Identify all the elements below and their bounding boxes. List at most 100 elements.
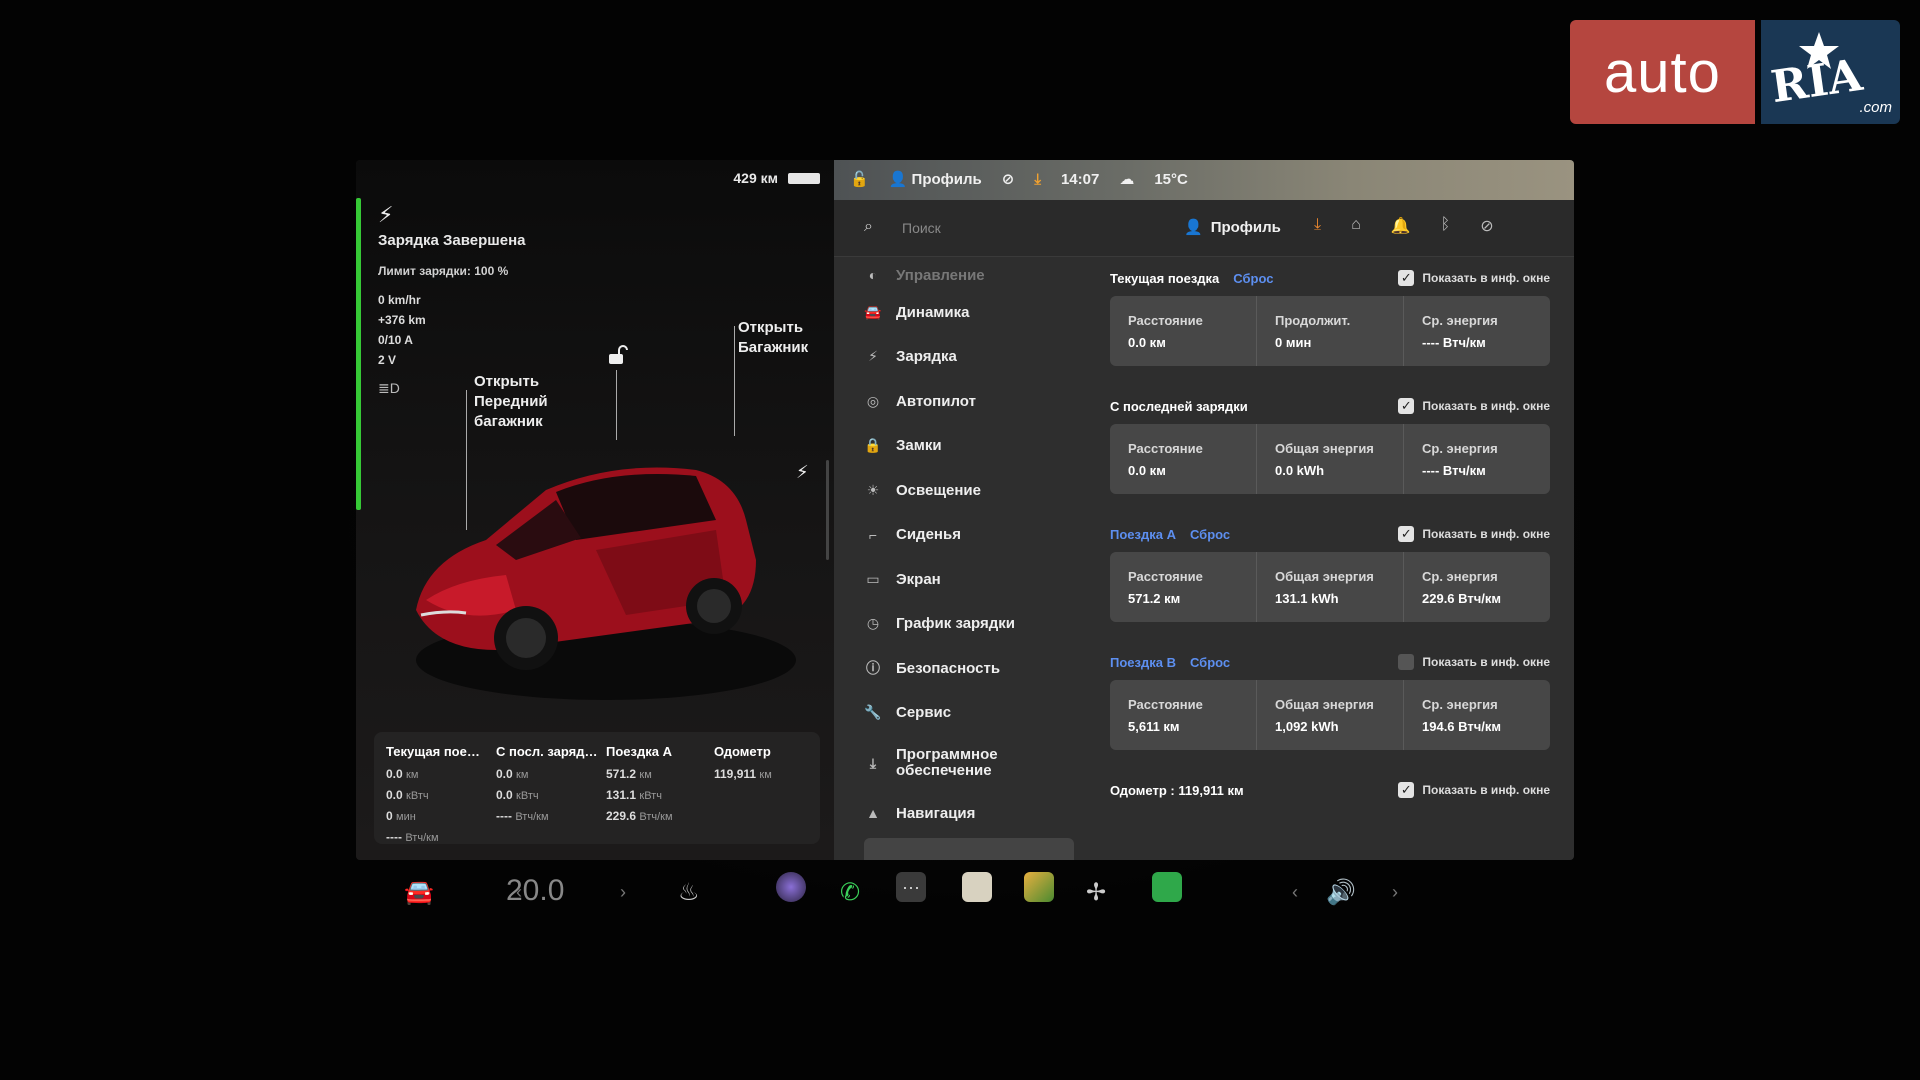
menu-item-software[interactable]: ⤓ Программное обеспечение: [864, 735, 1064, 791]
menu-item-label: График зарядки: [896, 615, 1016, 633]
menu-item-label: Программное обеспечение: [896, 746, 998, 779]
garage-icon[interactable]: ⌂: [1351, 216, 1361, 236]
screen-icon: ▭: [866, 570, 880, 587]
stat-card: Расстояние 5,611 км Общая энергия 1,092 kW…: [1110, 680, 1550, 750]
charge-port-icon[interactable]: ⚡: [796, 462, 809, 483]
phone-icon[interactable]: ✆: [840, 878, 860, 907]
stat-avg-energy: Ср. энергия 194.6 Втч/км: [1404, 680, 1550, 750]
more-apps-icon[interactable]: ···: [896, 872, 926, 902]
menu-item-lighting[interactable]: ☀ Освещение: [864, 468, 1064, 513]
headlight-icon[interactable]: ≣D: [378, 380, 400, 397]
show-in-card-toggle[interactable]: ✓ Показать в инф. окне: [1398, 526, 1550, 542]
checkbox-label: Показать в инф. окне: [1422, 271, 1550, 285]
menu-item-locks[interactable]: 🔒 Замки: [864, 424, 1064, 469]
show-in-card-toggle[interactable]: ✓ Показать в инф. окне: [1398, 270, 1550, 286]
stat-value: 0.0 kWh: [1275, 463, 1325, 478]
steering-wheel-icon: ◎: [866, 392, 880, 409]
no-signal-icon[interactable]: ⊘: [1480, 216, 1493, 236]
stat-label: Общая энергия: [1275, 569, 1374, 584]
stat-label: Расстояние: [1128, 313, 1203, 328]
menu-item-display[interactable]: ▭ Экран: [864, 557, 1064, 602]
charge-rate: 0 km/hr: [378, 293, 421, 307]
stat-value: 571.2 км: [1128, 591, 1181, 606]
stat-label: Ср. энергия: [1422, 441, 1498, 456]
menu-item-label: Сиденья: [896, 526, 961, 544]
volume-down-chevron-icon[interactable]: ‹: [1292, 882, 1298, 903]
car-model-image[interactable]: [396, 410, 806, 710]
lock-status-icon[interactable]: 🔓: [850, 170, 869, 188]
checkbox-unchecked[interactable]: ✓: [1398, 654, 1415, 670]
charge-limit[interactable]: Лимит зарядки: 100 %: [378, 264, 508, 278]
odometer-row: Одометр : 119,911 км ✓ Показать в инф. ок…: [1110, 782, 1550, 798]
range-indicator: 429 км: [733, 170, 820, 186]
trip-unit: км: [759, 769, 772, 781]
checkbox-label: Показать в инф. окне: [1422, 399, 1550, 413]
reset-button[interactable]: Сброс: [1190, 527, 1230, 542]
menu-item-autopilot[interactable]: ◎ Автопилот: [864, 379, 1064, 424]
watermark-ria: RIA .com: [1761, 20, 1900, 124]
status-profile[interactable]: 👤 Профиль: [889, 170, 982, 188]
show-in-card-toggle[interactable]: ✓ Показать в инф. окне: [1398, 782, 1550, 798]
profile-button[interactable]: 👤 Профиль: [1184, 218, 1281, 237]
toolbar-icons: ⤓ ⌂ 🔔 ᛒ ⊘: [1314, 216, 1494, 236]
trip-value: 0.0: [386, 767, 403, 781]
checkbox-checked[interactable]: ✓: [1398, 526, 1415, 542]
unlock-icon[interactable]: [606, 344, 628, 366]
temp-up-chevron-icon[interactable]: ›: [620, 882, 626, 903]
seat-heater-icon[interactable]: ♨: [678, 878, 700, 907]
charge-stats: 0 km/hr +376 km 0/10 A 2 V: [378, 290, 426, 370]
trip-value: 131.1: [606, 788, 637, 802]
reset-button[interactable]: Сброс: [1190, 655, 1230, 670]
bell-icon[interactable]: 🔔: [1391, 216, 1411, 236]
menu-item-charging[interactable]: ⚡ Зарядка: [864, 335, 1064, 380]
checkbox-checked[interactable]: ✓: [1398, 782, 1415, 798]
stat-label: Ср. энергия: [1422, 697, 1498, 712]
section-title: Текущая поездка: [1110, 270, 1220, 286]
update-icon[interactable]: ⤓: [1034, 171, 1041, 188]
download-icon[interactable]: ⤓: [1314, 216, 1321, 236]
cabin-temperature[interactable]: 20.0: [506, 874, 564, 908]
volume-icon[interactable]: 🔊: [1326, 878, 1356, 907]
sun-icon: ☀: [866, 481, 880, 498]
menu-next-item[interactable]: [864, 838, 1074, 860]
checkbox-checked[interactable]: ✓: [1398, 270, 1415, 286]
energy-app-icon[interactable]: [1152, 872, 1182, 902]
trip-value: 229.6: [606, 809, 637, 823]
trip-unit: кВтч: [516, 790, 539, 802]
autoria-watermark: auto RIA .com: [1570, 20, 1900, 124]
menu-item-service[interactable]: 🔧 Сервис: [864, 691, 1064, 736]
toybox-app-icon[interactable]: [1024, 872, 1054, 902]
battery-icon: [788, 172, 820, 184]
volume-up-chevron-icon[interactable]: ›: [1392, 882, 1398, 903]
menu-item-schedule[interactable]: ◷ График зарядки: [864, 602, 1064, 647]
menu-item-label: Навигация: [896, 804, 976, 822]
menu-item-label: Зарядка: [896, 348, 957, 366]
stat-label: Общая энергия: [1275, 697, 1374, 712]
car-icon[interactable]: 🚘: [404, 878, 434, 907]
seat-icon: ⌐: [868, 526, 878, 543]
trip-unit: км: [516, 769, 529, 781]
section-trip-b: Поездка B Сброс ✓ Показать в инф. окне: [1110, 644, 1550, 680]
open-trunk-button[interactable]: Открыть Багажник: [738, 318, 828, 358]
notes-app-icon[interactable]: [962, 872, 992, 902]
car-panel: 429 км ⚡ Зарядка Завершена Лимит зарядки…: [356, 160, 834, 860]
camera-app-icon[interactable]: [776, 872, 806, 902]
outside-temp: 15°C: [1154, 170, 1188, 188]
menu-item-seats[interactable]: ⌐ Сиденья: [864, 513, 1064, 558]
menu-item-navigation[interactable]: ▲ Навигация: [864, 791, 1064, 836]
bluetooth-icon[interactable]: ᛒ: [1441, 216, 1451, 236]
search-icon[interactable]: ⌕: [864, 218, 873, 236]
left-scrollbar[interactable]: [826, 460, 829, 560]
show-in-card-toggle[interactable]: ✓ Показать в инф. окне: [1398, 398, 1550, 414]
reset-button[interactable]: Сброс: [1233, 271, 1273, 286]
fan-icon[interactable]: ✢: [1086, 878, 1106, 907]
menu-item-controls[interactable]: ◐ Управление: [864, 260, 1064, 290]
section-trip-a: Поездка A Сброс ✓ Показать в инф. окне: [1110, 516, 1550, 552]
menu-item-dynamics[interactable]: 🚘 Динамика: [864, 290, 1064, 335]
trip-summary-card[interactable]: Текущая пое… 0.0 км 0.0 кВтч 0 мин ---- …: [374, 732, 820, 844]
show-in-card-toggle[interactable]: ✓ Показать в инф. окне: [1398, 654, 1550, 670]
menu-item-safety[interactable]: ⓘ Безопасность: [864, 646, 1064, 691]
search-input[interactable]: Поиск: [902, 220, 941, 236]
clock: 14:07: [1060, 170, 1100, 188]
checkbox-checked[interactable]: ✓: [1398, 398, 1415, 414]
